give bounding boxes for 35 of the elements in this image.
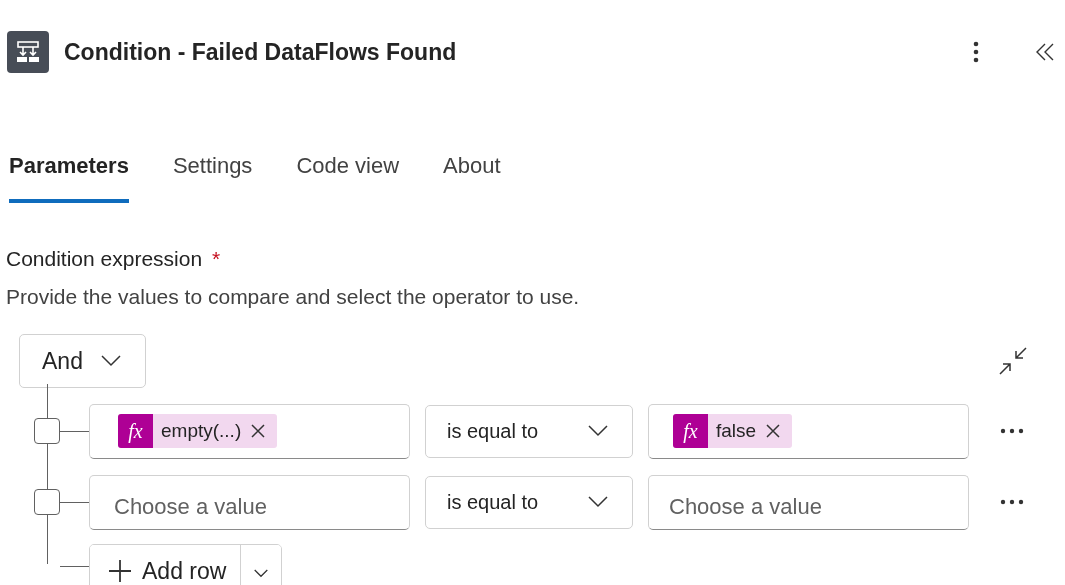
tab[interactable]: About	[443, 153, 501, 203]
field-label: Condition expression	[6, 247, 203, 270]
chevron-down-icon	[254, 569, 269, 578]
more-options-icon[interactable]	[973, 41, 979, 63]
more-options-icon[interactable]	[1000, 428, 1024, 434]
function-icon: fx	[673, 414, 708, 448]
tab[interactable]: Parameters	[9, 153, 129, 203]
expression-token[interactable]: fx false	[673, 414, 793, 448]
chevron-down-icon	[100, 355, 121, 367]
value-field[interactable]: fx empty(...)	[89, 403, 410, 459]
required-mark: *	[211, 247, 221, 270]
add-row-button[interactable]: Add row	[90, 545, 242, 585]
plus-icon	[108, 559, 132, 583]
row-checkbox[interactable]	[34, 418, 60, 444]
collapse-arrows-icon[interactable]	[998, 346, 1028, 376]
close-icon[interactable]	[251, 424, 266, 438]
condition-icon	[7, 31, 49, 73]
chevron-down-icon	[588, 425, 608, 437]
panel-title: Condition - Failed DataFlows Found	[64, 38, 457, 66]
expression-token[interactable]: fx empty(...)	[118, 414, 278, 448]
operator-dropdown[interactable]: is equal to	[425, 475, 633, 529]
row-checkbox[interactable]	[34, 489, 60, 515]
tab[interactable]: Code view	[296, 153, 400, 203]
value-field[interactable]: fx false	[648, 403, 969, 459]
value-field[interactable]: Choose a value	[648, 474, 969, 530]
operator-dropdown[interactable]: is equal to	[425, 404, 633, 458]
collapse-icon[interactable]	[1035, 42, 1055, 62]
more-options-icon[interactable]	[1000, 499, 1024, 505]
value-field[interactable]: Choose a value	[89, 474, 410, 530]
function-icon: fx	[118, 414, 153, 448]
tab[interactable]: Settings	[172, 153, 253, 203]
and-dropdown[interactable]: And	[19, 334, 146, 388]
field-description: Provide the values to compare and select the operator to use.	[6, 285, 581, 309]
close-icon[interactable]	[766, 424, 781, 438]
chevron-down-icon	[588, 496, 608, 508]
